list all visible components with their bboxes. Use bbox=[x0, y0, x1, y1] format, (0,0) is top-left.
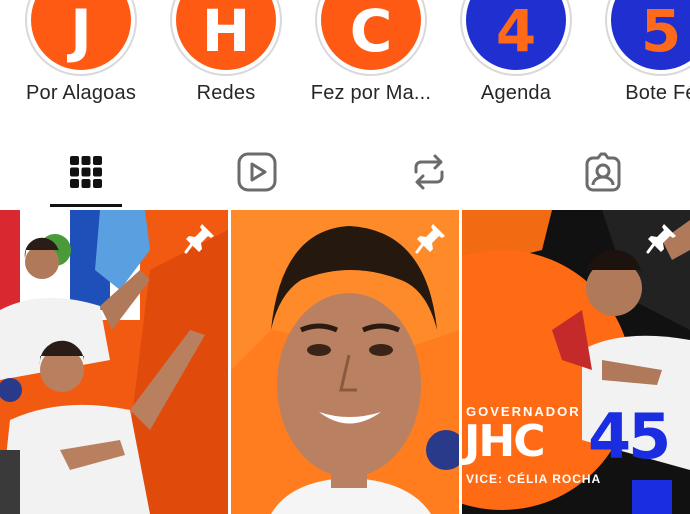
tagged-icon bbox=[585, 152, 621, 192]
highlight-ring: J bbox=[25, 0, 137, 76]
tab-reels[interactable] bbox=[222, 140, 292, 204]
reposts-icon bbox=[414, 154, 444, 190]
highlight-label: Por Alagoas bbox=[25, 82, 137, 104]
highlight-agenda[interactable]: 4 Agenda bbox=[451, 0, 581, 105]
post-caption-name: JHC bbox=[464, 416, 545, 467]
tab-grid[interactable] bbox=[51, 140, 121, 204]
story-highlights: J Por Alagoas H Redes C Fez por Ma... 4 … bbox=[0, 0, 690, 112]
highlight-cover: C bbox=[321, 0, 421, 70]
tab-tagged[interactable] bbox=[568, 140, 638, 204]
highlight-label: Agenda bbox=[480, 82, 552, 104]
highlight-bote-fe[interactable]: 5 Bote Fé bbox=[596, 0, 690, 105]
highlight-label: Fez por Ma... bbox=[310, 82, 432, 104]
highlight-redes[interactable]: H Redes bbox=[161, 0, 291, 105]
profile-tabs bbox=[0, 140, 690, 210]
highlight-cover: J bbox=[31, 0, 131, 70]
grid-icon bbox=[70, 156, 102, 188]
pinned-icon bbox=[415, 222, 447, 259]
highlight-ring: 5 bbox=[605, 0, 690, 76]
tab-reposts[interactable] bbox=[394, 140, 464, 204]
reels-icon bbox=[237, 152, 277, 192]
highlight-cover: 5 bbox=[611, 0, 690, 70]
post-caption-vice: VICE: CÉLIA ROCHA bbox=[466, 472, 602, 486]
highlight-ring: H bbox=[170, 0, 282, 76]
active-tab-indicator bbox=[50, 204, 122, 207]
pinned-icon bbox=[184, 222, 216, 259]
highlight-label: Bote Fé bbox=[625, 82, 690, 104]
highlight-ring: C bbox=[315, 0, 427, 76]
post-thumbnail[interactable]: GOVERNADOR JHC 45 VICE: CÉLIA ROCHA bbox=[462, 210, 690, 514]
post-thumbnail[interactable] bbox=[231, 210, 459, 514]
post-caption-number: 45 bbox=[588, 400, 671, 473]
highlight-fez-por-ma[interactable]: C Fez por Ma... bbox=[306, 0, 436, 105]
highlight-label: Redes bbox=[196, 82, 256, 104]
highlight-ring: 4 bbox=[460, 0, 572, 76]
highlight-cover: H bbox=[176, 0, 276, 70]
pinned-icon bbox=[646, 222, 678, 259]
highlight-por-alagoas[interactable]: J Por Alagoas bbox=[16, 0, 146, 105]
post-thumbnail[interactable] bbox=[0, 210, 228, 514]
posts-grid: GOVERNADOR JHC 45 VICE: CÉLIA ROCHA bbox=[0, 210, 690, 514]
highlight-cover: 4 bbox=[466, 0, 566, 70]
